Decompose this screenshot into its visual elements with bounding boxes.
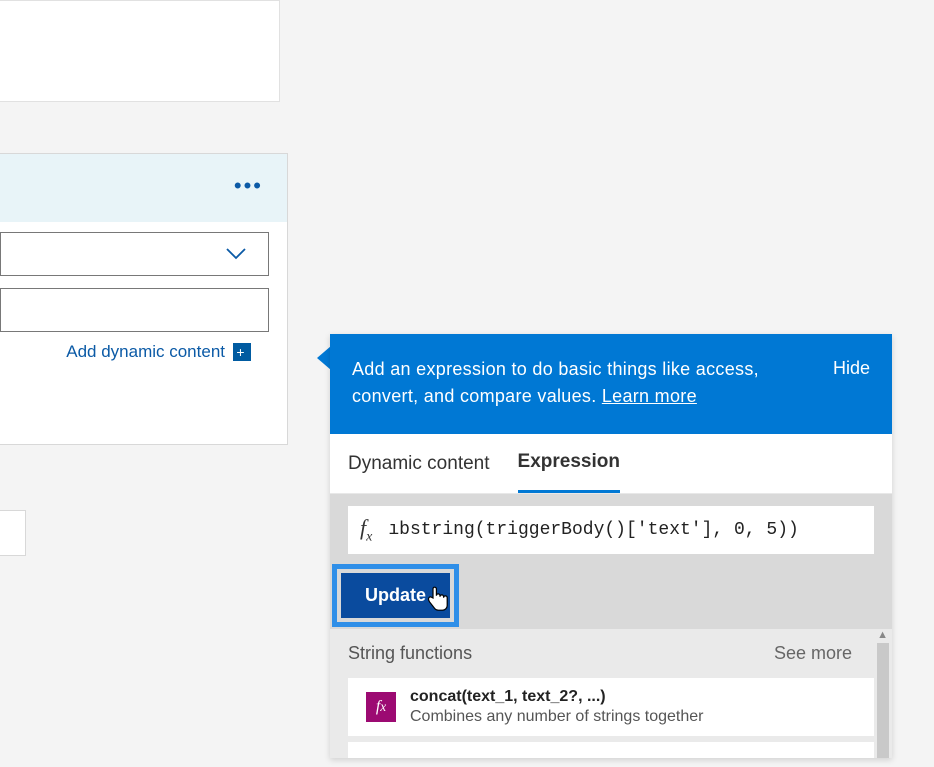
expression-input-value: ıbstring(triggerBody()['text'], 0, 5))	[388, 520, 798, 540]
more-menu-icon[interactable]: •••	[234, 182, 263, 190]
function-signature: concat(text_1, text_2?, ...)	[410, 688, 703, 706]
hide-button[interactable]: Hide	[833, 356, 870, 410]
function-item-concat[interactable]: fx concat(text_1, text_2?, ...) Combines…	[348, 678, 874, 736]
fx-icon: fx	[360, 515, 372, 545]
chevron-down-icon	[226, 244, 246, 265]
expression-input[interactable]: fx ıbstring(triggerBody()['text'], 0, 5)…	[348, 506, 874, 554]
action-card-partial: ••• Add dynamic content +	[0, 153, 288, 445]
expression-editor-area: fx ıbstring(triggerBody()['text'], 0, 5)…	[330, 494, 892, 562]
scroll-up-icon[interactable]: ▲	[877, 629, 888, 641]
tab-expression[interactable]: Expression	[518, 434, 620, 493]
card-fragment	[0, 510, 26, 556]
scrollbar-track[interactable]	[877, 643, 889, 758]
function-category-row: String functions See more	[330, 629, 892, 678]
panel-header: Add an expression to do basic things lik…	[330, 334, 892, 434]
panel-header-message: Add an expression to do basic things lik…	[352, 359, 759, 406]
plus-icon[interactable]: +	[233, 343, 251, 361]
update-button-highlight: Update	[332, 564, 459, 627]
learn-more-link[interactable]: Learn more	[602, 386, 697, 406]
panel-tabs: Dynamic content Expression	[330, 434, 892, 494]
function-list: ▲ String functions See more fx concat(te…	[330, 629, 892, 758]
function-description: Combines any number of strings together	[410, 708, 703, 726]
add-dynamic-content-link[interactable]: Add dynamic content	[66, 342, 225, 362]
update-button-row: Update	[330, 562, 892, 629]
fx-badge-icon: fx	[366, 692, 396, 722]
function-category-title: String functions	[348, 643, 472, 664]
callout-tail	[317, 346, 331, 370]
action-dropdown-field[interactable]	[0, 232, 269, 276]
function-item-partial[interactable]	[348, 742, 874, 758]
see-more-link[interactable]: See more	[774, 643, 852, 664]
action-text-field[interactable]	[0, 288, 269, 332]
expression-panel: Add an expression to do basic things lik…	[330, 334, 892, 758]
tab-dynamic-content[interactable]: Dynamic content	[348, 434, 490, 493]
trigger-card-partial	[0, 0, 280, 102]
action-card-header[interactable]: •••	[0, 154, 287, 222]
update-button[interactable]: Update	[341, 573, 450, 618]
